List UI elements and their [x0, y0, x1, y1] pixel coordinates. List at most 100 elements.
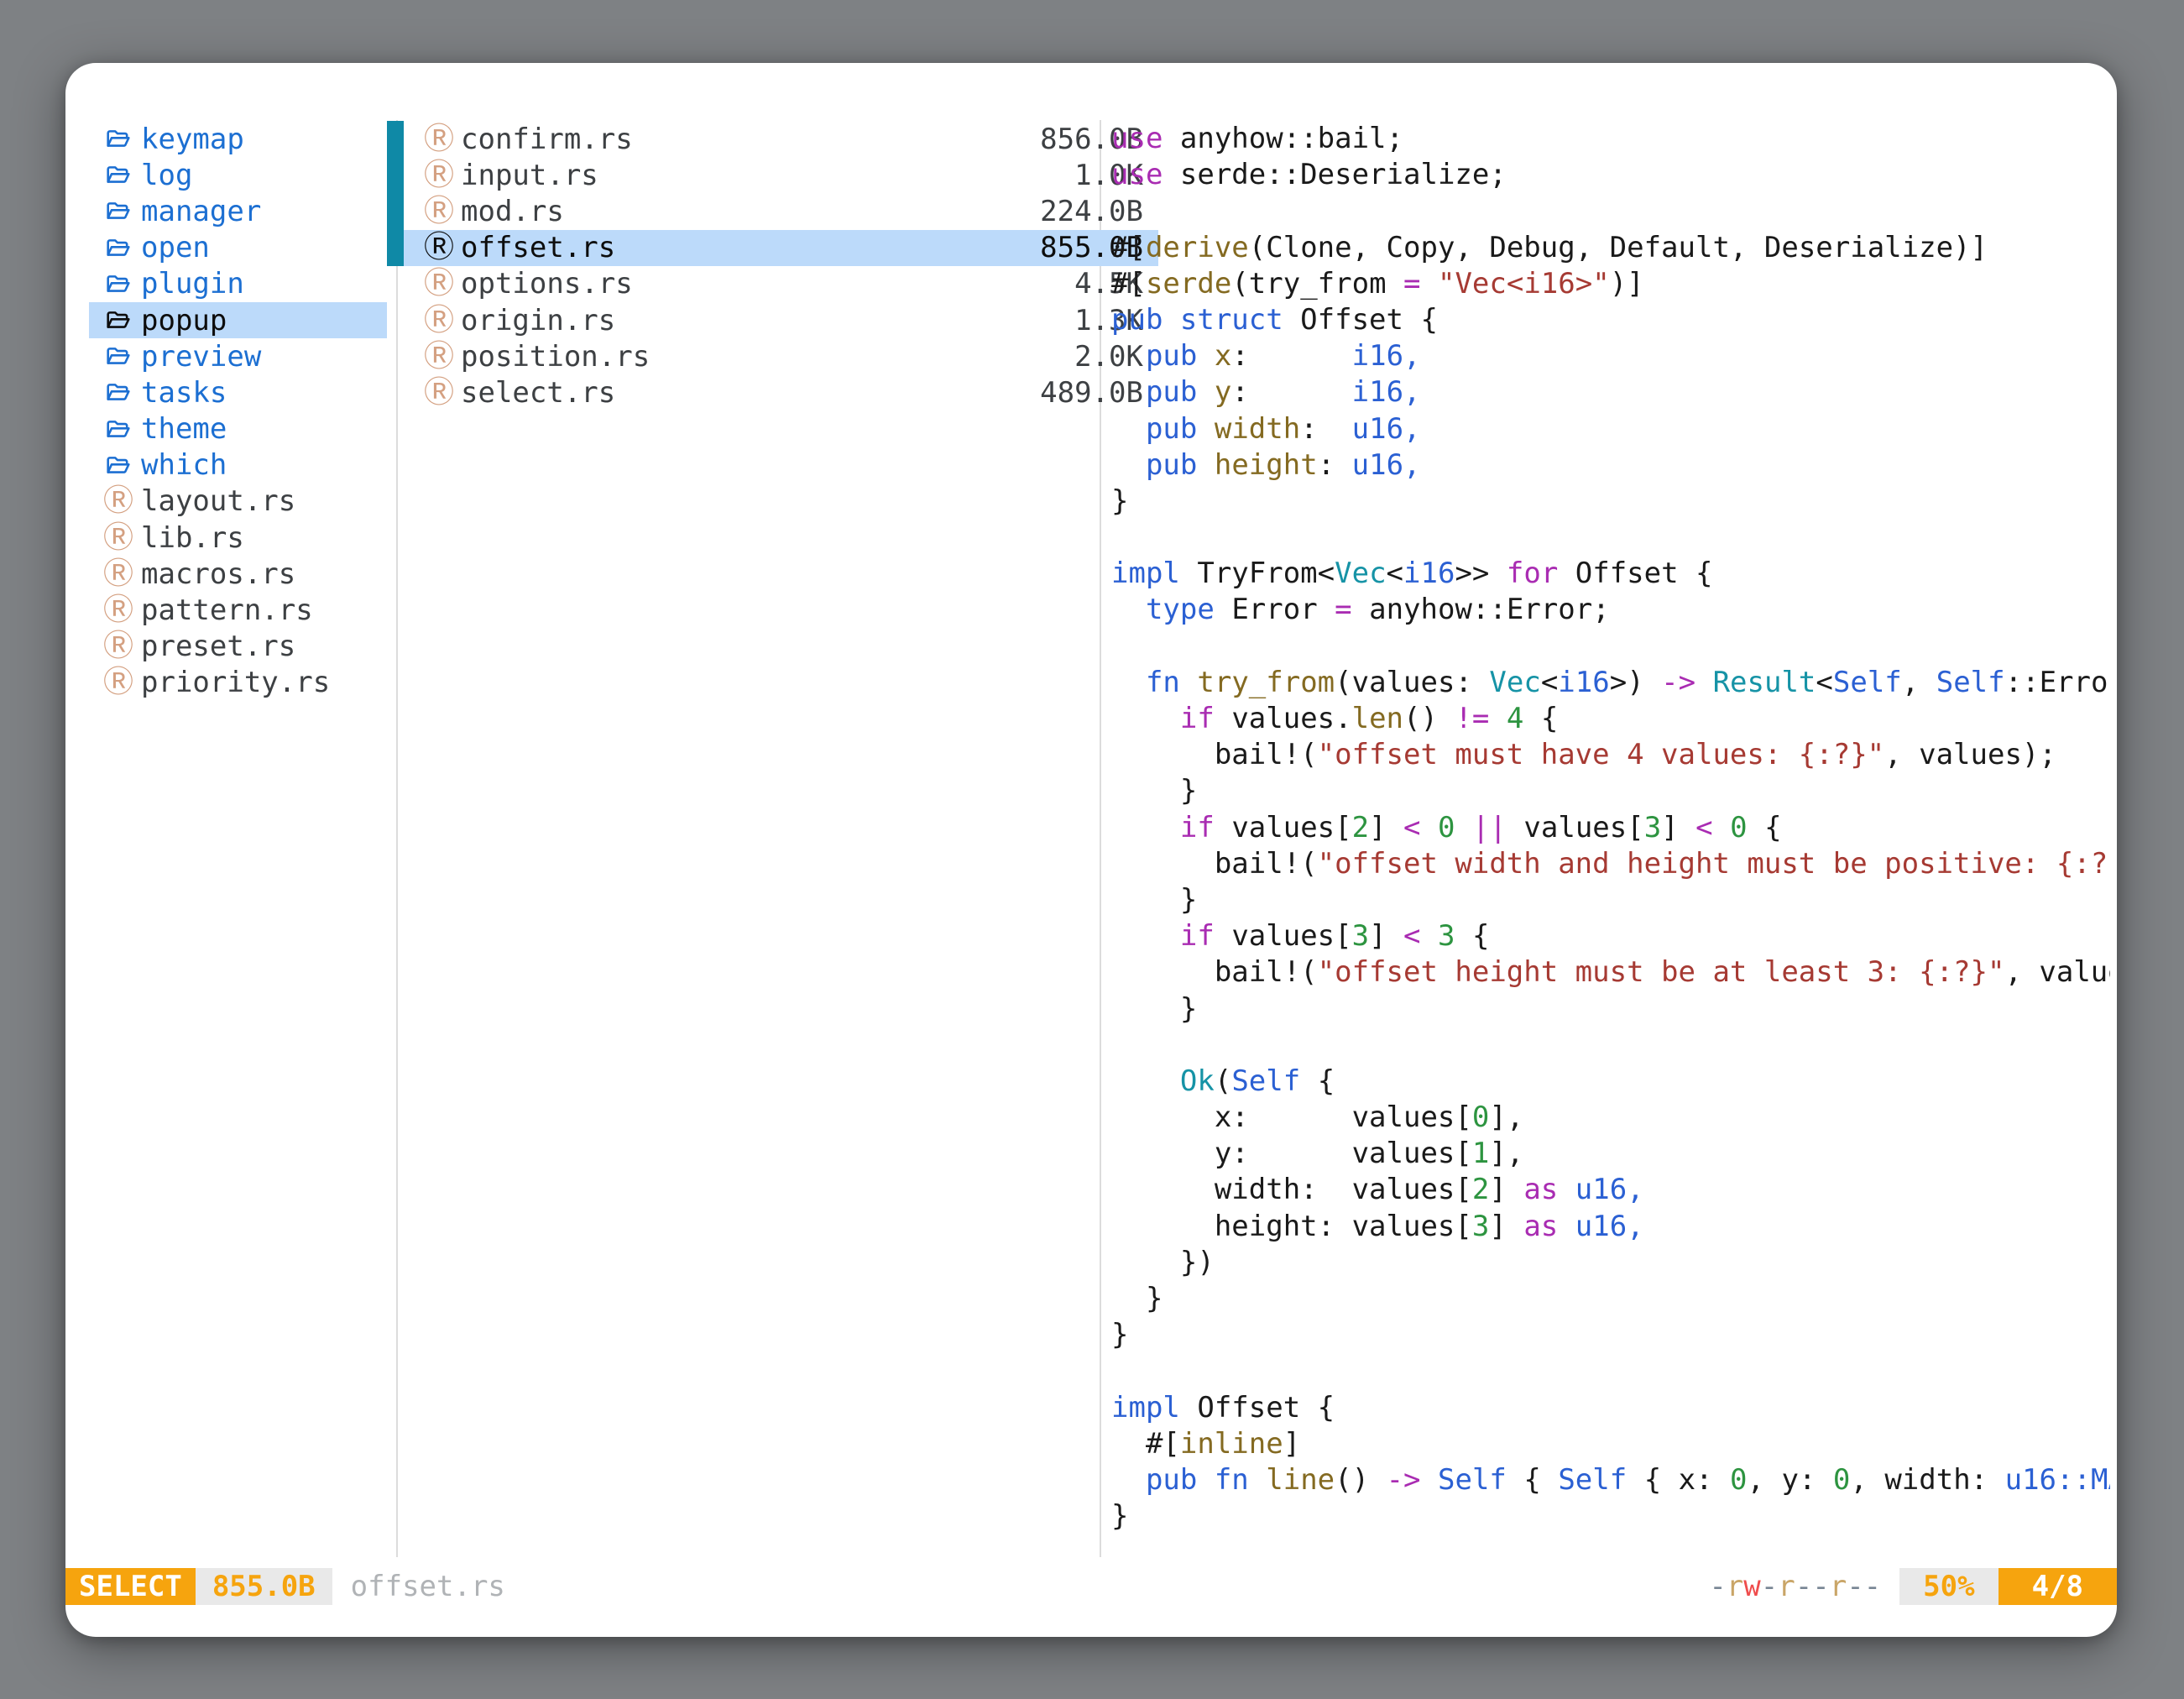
- code-line: pub height: u16,: [1111, 447, 2110, 484]
- code-line: Ok(Self {: [1111, 1064, 2110, 1100]
- rust-file-icon: Ⓡ: [422, 378, 456, 408]
- sidebar-item-manager[interactable]: manager: [89, 193, 387, 229]
- file-name: offset.rs: [461, 231, 615, 264]
- item-label: keymap: [141, 123, 244, 156]
- rust-file-icon: Ⓡ: [422, 196, 456, 227]
- file-name: options.rs: [461, 267, 633, 301]
- status-bar: SELECT 855.0B offset.rs -rw-r--r-- 50% 4…: [65, 1568, 2117, 1605]
- file-name: input.rs: [461, 159, 598, 192]
- rust-file-icon: Ⓡ: [422, 306, 456, 336]
- rust-file-icon: Ⓡ: [422, 233, 456, 263]
- folder-open-icon: [102, 309, 134, 332]
- file-row-options-rs[interactable]: Ⓡoptions.rs4.5K: [387, 266, 1158, 302]
- code-line: }: [1111, 991, 2110, 1027]
- code-line: }: [1111, 1317, 2110, 1353]
- file-name: origin.rs: [461, 304, 615, 337]
- sidebar-item-pattern-rs[interactable]: Ⓡpattern.rs: [89, 592, 387, 628]
- file-row-select-rs[interactable]: Ⓡselect.rs489.0B: [387, 374, 1158, 410]
- sidebar-item-which[interactable]: which: [89, 447, 387, 484]
- code-line: x: values[0],: [1111, 1100, 2110, 1136]
- rust-file-icon: Ⓡ: [422, 160, 456, 191]
- file-row-offset-rs[interactable]: Ⓡoffset.rs855.0B: [387, 230, 1158, 266]
- file-row-position-rs[interactable]: Ⓡposition.rs2.0K: [387, 338, 1158, 374]
- code-line: pub width: u16,: [1111, 411, 2110, 447]
- sidebar-item-keymap[interactable]: keymap: [89, 121, 387, 157]
- code-line: type Error = anyhow::Error;: [1111, 592, 2110, 628]
- code-line: }): [1111, 1245, 2110, 1281]
- marked-indicator: [387, 193, 404, 229]
- file-row-input-rs[interactable]: Ⓡinput.rs1.0K: [387, 157, 1158, 193]
- sidebar-item-preset-rs[interactable]: Ⓡpreset.rs: [89, 629, 387, 665]
- item-label: open: [141, 231, 210, 264]
- rust-file-icon: Ⓡ: [102, 667, 134, 698]
- file-row-mod-rs[interactable]: Ⓡmod.rs224.0B: [387, 193, 1158, 229]
- sidebar-item-lib-rs[interactable]: Ⓡlib.rs: [89, 520, 387, 556]
- file-preview-pane: use anyhow::bail;use serde::Deserialize;…: [1111, 121, 2110, 1534]
- sidebar-item-layout-rs[interactable]: Ⓡlayout.rs: [89, 484, 387, 520]
- sidebar-item-tasks[interactable]: tasks: [89, 374, 387, 410]
- folder-open-icon: [102, 418, 134, 441]
- folder-open-icon: [102, 273, 134, 295]
- file-size-badge: 855.0B: [196, 1568, 332, 1605]
- item-label: plugin: [141, 267, 244, 301]
- file-name: select.rs: [461, 376, 615, 410]
- marked-indicator: [387, 266, 404, 302]
- sidebar-item-macros-rs[interactable]: Ⓡmacros.rs: [89, 556, 387, 592]
- code-line: if values[3] < 3 {: [1111, 918, 2110, 954]
- scroll-percent-badge: 50%: [1899, 1568, 1998, 1605]
- file-row-origin-rs[interactable]: Ⓡorigin.rs1.3K: [387, 302, 1158, 338]
- code-line: pub y: i16,: [1111, 374, 2110, 410]
- sidebar-item-priority-rs[interactable]: Ⓡpriority.rs: [89, 665, 387, 701]
- marked-indicator: [387, 302, 404, 338]
- code-line: bail!("offset height must be at least 3:…: [1111, 954, 2110, 991]
- file-name: mod.rs: [461, 195, 564, 228]
- file-name: confirm.rs: [461, 123, 633, 156]
- code-line: [1111, 1027, 2110, 1064]
- item-label: manager: [141, 195, 261, 228]
- rust-file-icon: Ⓡ: [102, 559, 134, 589]
- code-line: }: [1111, 1498, 2110, 1534]
- sidebar-item-log[interactable]: log: [89, 157, 387, 193]
- folder-open-icon: [102, 454, 134, 477]
- item-label: macros.rs: [141, 557, 295, 591]
- folder-open-icon: [102, 345, 134, 368]
- item-label: pattern.rs: [141, 593, 313, 627]
- item-label: priority.rs: [141, 666, 330, 699]
- sidebar-item-popup[interactable]: popup: [89, 302, 387, 338]
- code-line: width: values[2] as u16,: [1111, 1172, 2110, 1208]
- marked-indicator: [387, 121, 404, 157]
- code-line: [1111, 1353, 2110, 1389]
- item-label: log: [141, 159, 192, 192]
- sidebar-item-theme[interactable]: theme: [89, 411, 387, 447]
- sidebar-item-plugin[interactable]: plugin: [89, 266, 387, 302]
- file-row-confirm-rs[interactable]: Ⓡconfirm.rs856.0B: [387, 121, 1158, 157]
- file-name: position.rs: [461, 340, 650, 374]
- item-label: tasks: [141, 376, 227, 410]
- sidebar-item-preview[interactable]: preview: [89, 338, 387, 374]
- code-line: use serde::Deserialize;: [1111, 157, 2110, 193]
- terminal-window: keymaplogmanageropenpluginpopuppreviewta…: [65, 63, 2117, 1637]
- code-line: bail!("offset must have 4 values: {:?}",…: [1111, 737, 2110, 773]
- status-filename: offset.rs: [351, 1570, 505, 1603]
- code-line: }: [1111, 484, 2110, 520]
- code-line: pub struct Offset {: [1111, 302, 2110, 338]
- code-line: impl Offset {: [1111, 1390, 2110, 1426]
- desktop-background: keymaplogmanageropenpluginpopuppreviewta…: [0, 0, 2184, 1699]
- code-line: }: [1111, 773, 2110, 809]
- current-directory-pane: Ⓡconfirm.rs856.0BⓇinput.rs1.0KⓇmod.rs224…: [387, 121, 1158, 411]
- marked-indicator: [387, 338, 404, 374]
- mode-badge: SELECT: [65, 1568, 196, 1605]
- code-line: #[serde(try_from = "Vec<i16>")]: [1111, 266, 2110, 302]
- cursor-position-badge: 4/8: [1999, 1568, 2117, 1605]
- marked-indicator: [387, 157, 404, 193]
- item-label: preview: [141, 340, 261, 374]
- code-line: [1111, 629, 2110, 665]
- folder-open-icon: [102, 128, 134, 150]
- permissions-label: -rw-r--r--: [1709, 1570, 1881, 1603]
- rust-file-icon: Ⓡ: [102, 523, 134, 553]
- rust-file-icon: Ⓡ: [422, 269, 456, 299]
- sidebar-item-open[interactable]: open: [89, 230, 387, 266]
- code-line: height: values[3] as u16,: [1111, 1209, 2110, 1245]
- parent-directory-pane: keymaplogmanageropenpluginpopuppreviewta…: [89, 121, 387, 701]
- item-label: which: [141, 448, 227, 482]
